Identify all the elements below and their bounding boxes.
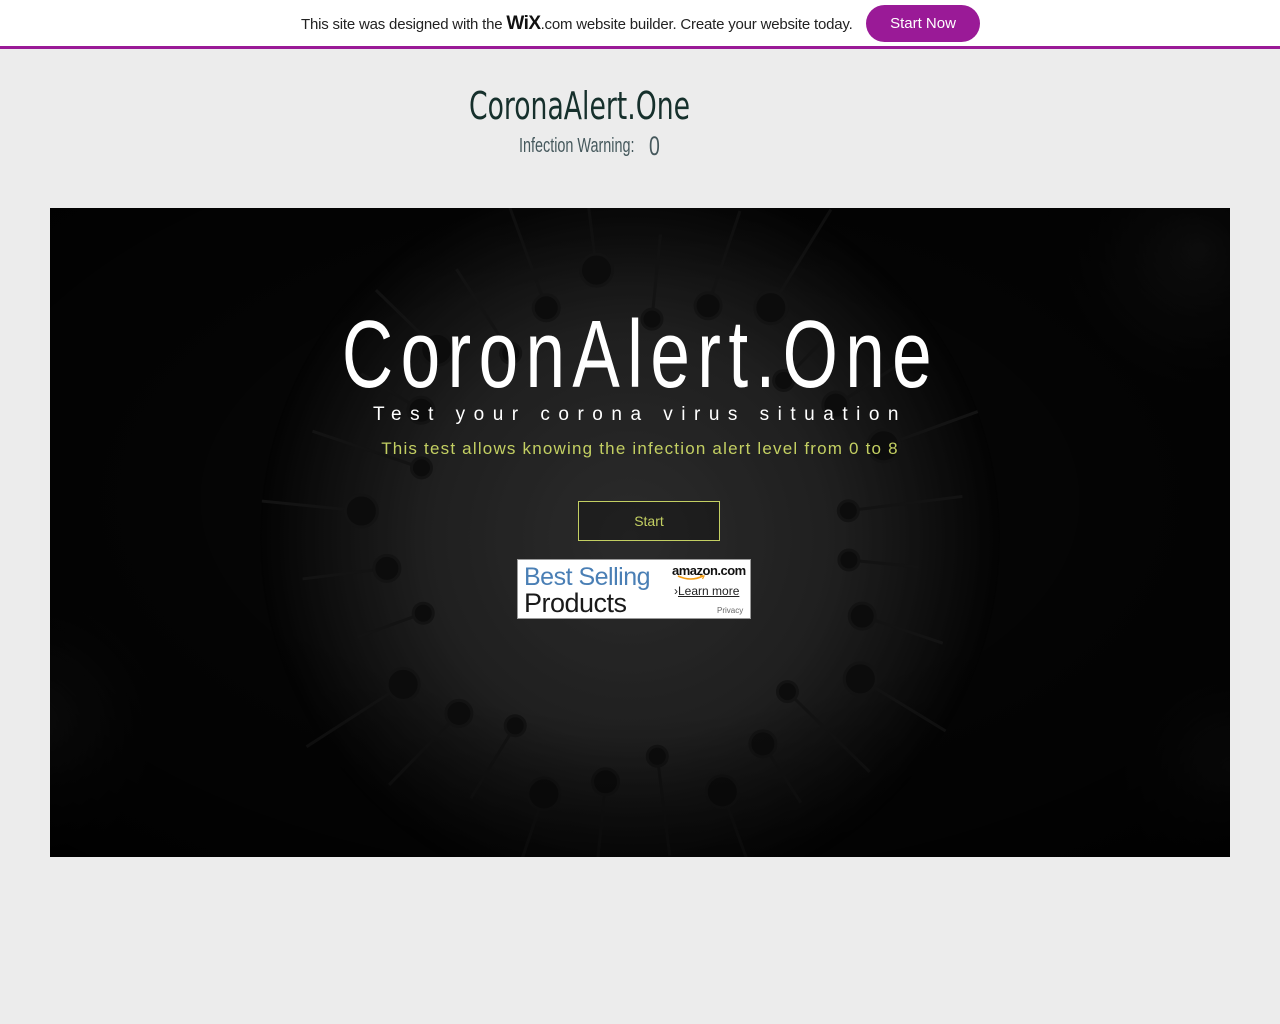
wix-promo-banner: This site was designed with the WiX.com … [0, 0, 1280, 49]
wix-promo-text-before: This site was designed with the [301, 16, 507, 33]
ad-headline-line2: Products [524, 588, 627, 618]
site-title[interactable]: CoronaAlert.One [469, 84, 690, 128]
hero-section: CoronAlert.One Test your corona virus si… [50, 208, 1230, 857]
wix-logo[interactable]: WiX [506, 13, 541, 34]
amazon-ad-banner[interactable]: Best Selling Products amazon.com ›Learn … [517, 559, 751, 619]
start-now-button[interactable]: Start Now [866, 5, 980, 42]
hero-subtitle: Test your corona virus situation [373, 404, 907, 425]
infection-warning-label: Infection Warning: [519, 135, 635, 157]
infection-warning-value: 0 [649, 131, 660, 161]
start-test-button[interactable]: Start [578, 501, 720, 541]
hero-title-text: CoronAlert.One [341, 301, 939, 408]
ad-learn-more-link[interactable]: ›Learn more [674, 584, 739, 598]
ad-learn-more-text: Learn more [678, 584, 740, 598]
hero-description: This test allows knowing the infection a… [381, 439, 899, 458]
amazon-smile-icon [677, 575, 705, 580]
ad-privacy-link[interactable]: Privacy [717, 606, 743, 615]
hero-title: CoronAlert.One [50, 300, 1230, 410]
wix-promo-text-after: .com website builder. Create your websit… [540, 16, 853, 33]
wix-promo-text: This site was designed with the WiX.com … [301, 13, 853, 35]
